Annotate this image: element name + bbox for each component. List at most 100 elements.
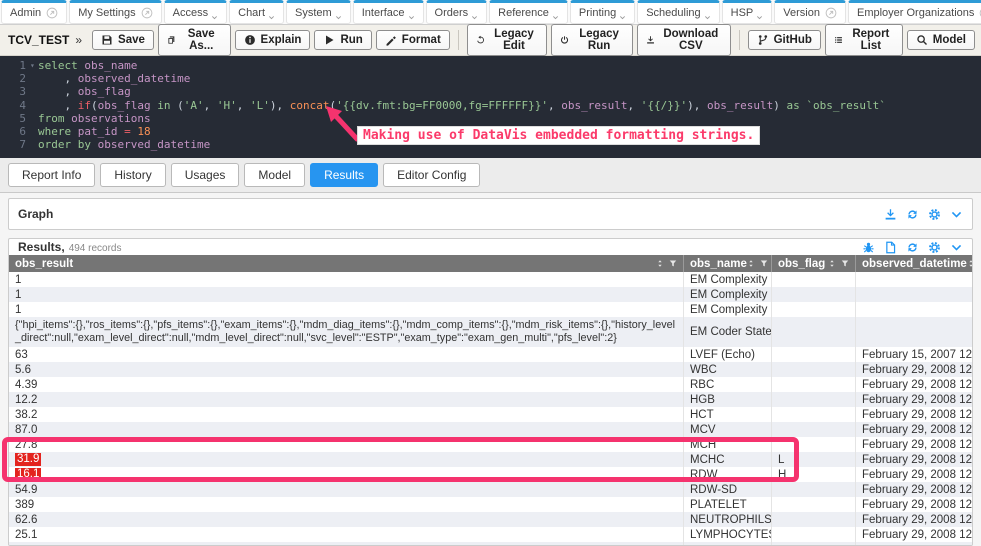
report-list-button[interactable]: Report List xyxy=(825,24,903,56)
table-row[interactable]: 27.8MCHFebruary 29, 2008 12:58 PM xyxy=(9,437,972,452)
column-header-obs_result[interactable]: obs_result xyxy=(9,255,684,272)
menu-item-chart[interactable]: Chart xyxy=(229,0,284,24)
tab-history[interactable]: History xyxy=(100,163,165,187)
menu-item-version[interactable]: Version xyxy=(774,0,846,24)
sort-icon[interactable] xyxy=(656,259,664,268)
cell-observed_datetime: February 15, 2007 12:00 AM xyxy=(856,347,972,362)
download-icon xyxy=(646,34,655,46)
cell-obs_flag xyxy=(772,287,856,302)
menu-item-access[interactable]: Access xyxy=(164,0,227,24)
cell-observed_datetime: February 29, 2008 12:58 PM xyxy=(856,467,972,482)
sort-icon[interactable] xyxy=(967,259,972,268)
table-row[interactable]: 389PLATELETFebruary 29, 2008 12:58 PM xyxy=(9,497,972,512)
column-header-controls xyxy=(967,259,972,268)
chevron-down-icon xyxy=(408,14,415,21)
code-text: , if(obs_flag in ('A', 'H', 'L'), concat… xyxy=(38,99,981,112)
table-row[interactable]: 62.6NEUTROPHILSFebruary 29, 2008 12:58 P… xyxy=(9,512,972,527)
table-row[interactable]: 16.1RDWHFebruary 29, 2008 12:58 PM xyxy=(9,467,972,482)
table-row[interactable]: 63LVEF (Echo)February 15, 2007 12:00 AM xyxy=(9,347,972,362)
cell-obs_flag xyxy=(772,542,856,545)
table-row[interactable]: 1EM Complexity xyxy=(9,302,972,317)
cell-obs_result: 1 xyxy=(9,287,684,302)
report-name: TCV_TEST xyxy=(8,33,69,47)
fold-chevron-icon[interactable]: ▾ xyxy=(30,59,38,72)
cell-observed_datetime xyxy=(856,302,972,317)
save-as-button[interactable]: Save As... xyxy=(158,24,231,56)
cell-obs_flag xyxy=(772,377,856,392)
explain-button[interactable]: Explain xyxy=(235,30,311,50)
cell-obs_name: EM Coder State xyxy=(684,317,772,347)
report-name-chevron[interactable]: » xyxy=(75,33,82,47)
button-label: Download CSV xyxy=(660,28,722,52)
line-number: 2 xyxy=(0,72,30,85)
format-button[interactable]: Format xyxy=(376,30,450,50)
table-row[interactable]: 4.39RBCFebruary 29, 2008 12:58 PM xyxy=(9,377,972,392)
table-row[interactable]: 25.1LYMPHOCYTESFebruary 29, 2008 12:58 P… xyxy=(9,527,972,542)
model-button[interactable]: Model xyxy=(907,30,975,50)
tab-usages[interactable]: Usages xyxy=(171,163,240,187)
table-row[interactable]: 31.9MCHCLFebruary 29, 2008 12:58 PM xyxy=(9,452,972,467)
column-header-label: obs_flag xyxy=(778,258,825,270)
run-button[interactable]: Run xyxy=(314,30,371,50)
graph-panel-title: Graph xyxy=(18,207,53,221)
table-row[interactable] xyxy=(9,542,972,545)
sort-icon[interactable] xyxy=(747,259,755,268)
tab-results[interactable]: Results xyxy=(310,163,378,187)
tab-model[interactable]: Model xyxy=(244,163,305,187)
column-header-obs_flag[interactable]: obs_flag xyxy=(772,255,856,272)
chevron-down-icon xyxy=(552,14,559,21)
cell-obs_flag xyxy=(772,512,856,527)
button-label: Report List xyxy=(848,28,894,52)
filter-icon[interactable] xyxy=(669,259,677,268)
filter-icon[interactable] xyxy=(841,259,849,268)
github-button[interactable]: GitHub xyxy=(748,30,821,50)
table-row[interactable]: 54.9RDW-SDFebruary 29, 2008 12:58 PM xyxy=(9,482,972,497)
column-header-label: obs_name xyxy=(690,258,747,270)
chevron-down-icon xyxy=(268,14,275,21)
save-button[interactable]: Save xyxy=(92,30,154,50)
chevron-down-icon xyxy=(756,14,763,21)
menu-item-label: Reference xyxy=(498,7,549,19)
cell-obs_result: 16.1 xyxy=(9,467,684,482)
button-label: Legacy Run xyxy=(574,28,623,52)
menu-item-scheduling[interactable]: Scheduling xyxy=(637,0,719,24)
menu-item-my-settings[interactable]: My Settings xyxy=(69,0,161,24)
table-row[interactable]: 5.6WBCFebruary 29, 2008 12:58 PM xyxy=(9,362,972,377)
menu-item-system[interactable]: System xyxy=(286,0,351,24)
menu-item-employer-organizations[interactable]: Employer Organizations xyxy=(848,0,981,24)
column-header-controls xyxy=(747,259,768,268)
tab-editor-config[interactable]: Editor Config xyxy=(383,163,480,187)
column-header-observed_datetime[interactable]: observed_datetime xyxy=(856,255,972,272)
cell-observed_datetime xyxy=(856,317,972,347)
table-row[interactable]: 38.2HCTFebruary 29, 2008 12:58 PM xyxy=(9,407,972,422)
table-row[interactable]: 1EM Complexity xyxy=(9,287,972,302)
button-label: Save xyxy=(118,34,145,46)
legacy-edit-button[interactable]: Legacy Edit xyxy=(467,24,548,56)
cell-obs_flag: H xyxy=(772,467,856,482)
legacy-run-button[interactable]: Legacy Run xyxy=(551,24,632,56)
download-csv-button[interactable]: Download CSV xyxy=(637,24,731,56)
menu-item-interface[interactable]: Interface xyxy=(353,0,424,24)
menu-item-orders[interactable]: Orders xyxy=(426,0,488,24)
table-row[interactable]: 1EM Complexity xyxy=(9,272,972,287)
cell-obs_name: MCH xyxy=(684,437,772,452)
cell-obs_name: RDW-SD xyxy=(684,482,772,497)
cell-obs_flag xyxy=(772,272,856,287)
menu-item-hsp[interactable]: HSP xyxy=(722,0,773,24)
sort-icon[interactable] xyxy=(828,259,836,268)
cell-obs_name: MCHC xyxy=(684,452,772,467)
cell-observed_datetime: February 29, 2008 12:58 PM xyxy=(856,422,972,437)
cell-obs_name: RDW xyxy=(684,467,772,482)
cell-obs_result: 54.9 xyxy=(9,482,684,497)
tab-report-info[interactable]: Report Info xyxy=(8,163,95,187)
floppy-icon xyxy=(101,34,113,46)
menu-item-label: My Settings xyxy=(78,7,135,19)
table-row[interactable]: 87.0MCVFebruary 29, 2008 12:58 PM xyxy=(9,422,972,437)
menu-item-printing[interactable]: Printing xyxy=(570,0,635,24)
filter-icon[interactable] xyxy=(760,259,768,268)
table-row[interactable]: 12.2HGBFebruary 29, 2008 12:58 PM xyxy=(9,392,972,407)
menu-item-admin[interactable]: Admin xyxy=(1,0,67,24)
table-row[interactable]: {"hpi_items":{},"ros_items":{},"pfs_item… xyxy=(9,317,972,347)
column-header-obs_name[interactable]: obs_name xyxy=(684,255,772,272)
menu-item-reference[interactable]: Reference xyxy=(489,0,568,24)
